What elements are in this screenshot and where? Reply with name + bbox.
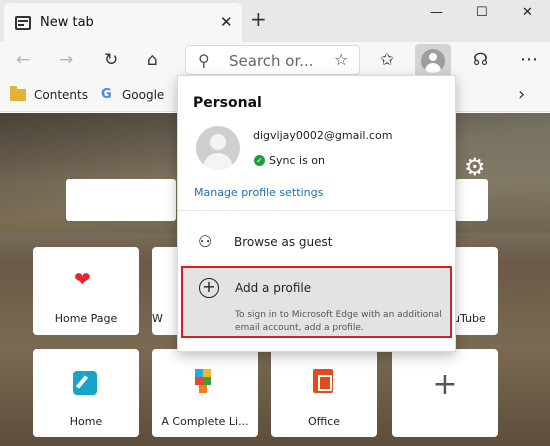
add-tile-button[interactable]: +	[392, 349, 498, 437]
page-search-box-right[interactable]	[455, 179, 488, 221]
profile-button[interactable]	[415, 44, 451, 78]
feedback-icon[interactable]: ☊	[473, 50, 488, 70]
tab-title: New tab	[40, 15, 94, 30]
tab-new-tab[interactable]: New tab ✕	[4, 3, 242, 42]
address-bar[interactable]: ⚲ Search or... ☆	[185, 45, 360, 75]
google-icon: G	[101, 87, 112, 102]
refresh-icon[interactable]: ↻	[104, 50, 118, 70]
acl-icon	[195, 369, 213, 395]
sync-status: Sync is on	[269, 154, 325, 167]
favorite-contents[interactable]: Contents	[34, 88, 88, 102]
add-favorite-icon[interactable]: ☆	[334, 50, 348, 69]
tab-close-icon[interactable]: ✕	[220, 13, 233, 31]
page-search-box[interactable]	[66, 179, 176, 221]
back-icon[interactable]: ←	[16, 50, 30, 70]
tile-youtube[interactable]: uTube	[453, 247, 498, 335]
guest-person-icon: ⚇	[198, 232, 213, 251]
tile-label: Office	[307, 415, 341, 428]
home-app-icon	[73, 371, 97, 395]
gear-icon[interactable]: ⚙	[464, 153, 486, 181]
folder-icon	[10, 86, 26, 101]
tile-label: uTube	[453, 312, 486, 325]
tile-home[interactable]: Home	[33, 349, 139, 437]
new-tab-page-icon	[15, 16, 31, 30]
favorite-google[interactable]: Google	[122, 88, 164, 102]
browse-as-guest-item[interactable]: ⚇ Browse as guest	[178, 221, 455, 261]
profile-email: digvijay0002@gmail.com	[253, 129, 393, 142]
window-close-icon[interactable]: ✕	[522, 5, 533, 20]
sync-check-icon: ✓	[254, 155, 265, 166]
browse-as-guest-label: Browse as guest	[234, 235, 333, 249]
home-icon[interactable]: ⌂	[147, 50, 158, 70]
add-tile-icon: +	[432, 367, 458, 402]
heart-icon: ❤	[74, 267, 91, 291]
maximize-icon[interactable]: ☐	[476, 5, 488, 20]
manage-profile-link[interactable]: Manage profile settings	[194, 186, 323, 199]
favorites-overflow-icon[interactable]: ›	[518, 84, 525, 105]
more-options-icon[interactable]: ⋯	[520, 50, 538, 70]
profile-heading: Personal	[193, 95, 262, 111]
tile-label: A Complete Li...	[161, 415, 249, 428]
add-profile-item[interactable]: + Add a profile To sign in to Microsoft …	[181, 266, 452, 338]
tile-label: Home	[69, 415, 103, 428]
toolbar: ← → ↻ ⌂ ⚲ Search or... ☆ ✩ ☊ ⋯	[0, 42, 550, 78]
search-icon: ⚲	[198, 51, 210, 70]
profile-avatar-icon	[421, 49, 445, 73]
office-icon	[313, 369, 333, 393]
profile-flyout: Personal digvijay0002@gmail.com ✓ Sync i…	[177, 75, 456, 352]
add-profile-icon: +	[199, 278, 219, 298]
title-bar: New tab ✕ + — ☐ ✕	[0, 0, 550, 42]
forward-icon[interactable]: →	[59, 50, 73, 70]
profile-avatar[interactable]	[196, 126, 240, 170]
minimize-icon[interactable]: —	[430, 5, 443, 20]
tile-home-page[interactable]: ❤ Home Page	[33, 247, 139, 335]
new-tab-button[interactable]: +	[250, 9, 267, 29]
tile-office[interactable]: Office	[271, 349, 377, 437]
address-placeholder[interactable]: Search or...	[229, 52, 314, 70]
add-profile-description: To sign in to Microsoft Edge with an add…	[235, 310, 442, 333]
add-profile-label: Add a profile	[235, 281, 312, 295]
divider	[178, 210, 455, 211]
favorites-icon[interactable]: ✩	[380, 50, 394, 70]
tile-a-complete-list[interactable]: A Complete Li...	[152, 349, 258, 437]
tile-label: Home Page	[54, 312, 118, 325]
